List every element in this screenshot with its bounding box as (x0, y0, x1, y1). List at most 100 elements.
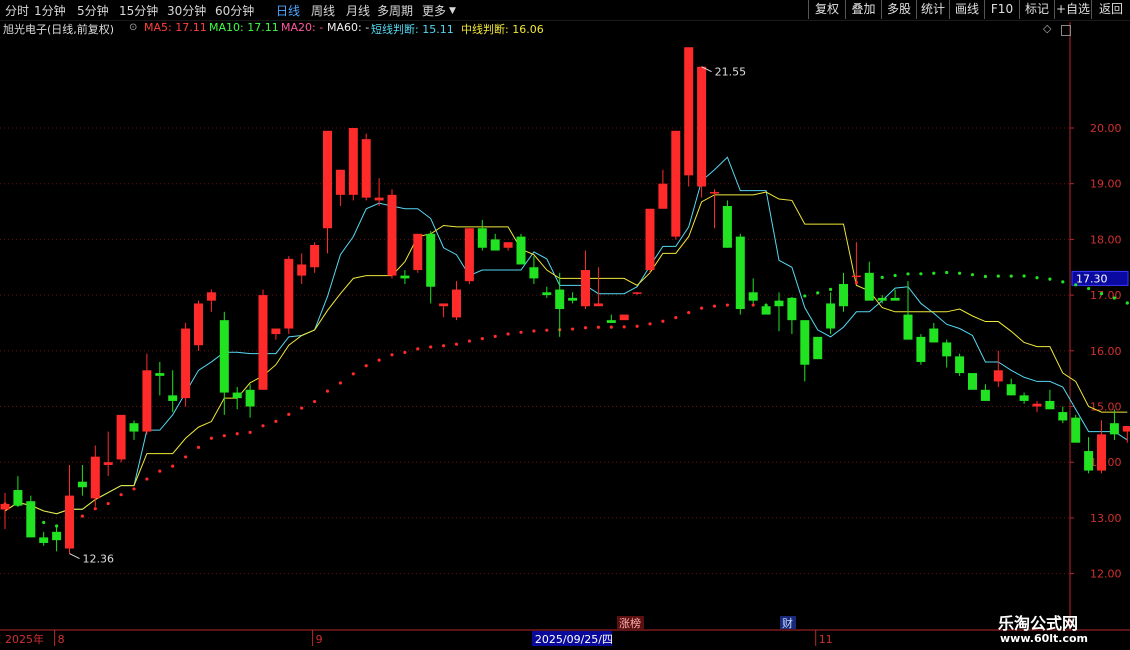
diamond-icon[interactable]: ◇ (1043, 22, 1051, 35)
month-label: 9 (316, 633, 323, 646)
long-trend-dot (158, 469, 162, 473)
long-trend-dot (893, 273, 897, 278)
candle-body (90, 456, 100, 499)
indicator-lines (3, 156, 1129, 528)
candle-body (684, 47, 694, 176)
candle-body (142, 370, 152, 432)
candle-body (800, 320, 810, 365)
candle-body (658, 183, 668, 209)
period-tab[interactable]: 60分钟 (215, 2, 254, 19)
candles (0, 47, 1130, 554)
candle-body (671, 130, 681, 237)
period-tab[interactable]: 5分钟 (77, 2, 109, 19)
period-tab[interactable]: 更多 (422, 2, 446, 19)
long-trend-dot (209, 436, 213, 440)
long-trend-dot (712, 304, 717, 308)
long-trend-dot (609, 325, 613, 329)
f10-button[interactable]: F10 (984, 0, 1019, 19)
long-trend-dot (635, 324, 639, 328)
grid-lines (0, 127, 1070, 575)
long-trend-dot (532, 329, 536, 333)
candle-body (26, 501, 36, 538)
add-watchlist-button[interactable]: +自选 (1054, 0, 1091, 19)
period-tab[interactable]: 周线 (311, 2, 335, 19)
candle-body (813, 336, 823, 360)
multi-stock-button[interactable]: 多股 (881, 0, 916, 19)
period-tab[interactable]: 30分钟 (167, 2, 206, 19)
mark-button[interactable]: 标记 (1019, 0, 1054, 19)
candle-body (1019, 395, 1029, 401)
panel-toggle-icon[interactable] (1061, 25, 1071, 36)
toolbar: 分时 1分钟 5分钟 15分钟 30分钟 60分钟 日线 周线 月线 多周期 更… (0, 0, 1130, 20)
toggle-icon[interactable]: ⊙ (129, 22, 137, 33)
long-trend-dot (803, 294, 807, 298)
long-trend-dot (725, 303, 730, 307)
long-trend-dot (93, 507, 97, 511)
long-trend-dot (583, 326, 588, 330)
candle-body (542, 292, 552, 296)
period-tab[interactable]: 分时 (5, 2, 29, 19)
candle-body (916, 336, 926, 362)
candle-body (877, 297, 887, 301)
long-trend-dot (687, 311, 691, 315)
period-tab[interactable]: 1分钟 (34, 2, 66, 19)
candle-body (1097, 434, 1106, 471)
candle-body (942, 342, 952, 357)
candlestick-chart[interactable]: 12.0013.0014.0015.0016.0017.0018.0019.00… (0, 0, 1130, 650)
candle-body (1071, 417, 1081, 443)
candle-body (232, 392, 242, 399)
long-trend-dot (261, 424, 265, 428)
long-trend-dot (958, 271, 962, 275)
candle-body (851, 275, 861, 278)
candle-body (516, 236, 526, 265)
period-tab[interactable]: 15分钟 (119, 2, 158, 19)
candle-body (955, 356, 965, 374)
draw-line-button[interactable]: 画线 (949, 0, 984, 19)
long-trend-dot (919, 272, 923, 276)
candle-body (839, 283, 848, 307)
candle-body (464, 228, 474, 282)
ma20-value: MA20: - (281, 21, 324, 34)
high-price-label: 21.55 (715, 66, 747, 79)
stock-title: 旭光电子(日线,前复权) (3, 23, 115, 36)
indicator-legend: 旭光电子(日线,前复权) ⊙ MA5: 17.11 MA10: 17.11 MA… (0, 21, 1070, 37)
month-label: 11 (819, 633, 833, 646)
long-trend-dot (1022, 274, 1026, 278)
candle-body (1045, 400, 1055, 410)
candle-body (929, 328, 939, 343)
candle-body (374, 197, 384, 201)
long-trend-dot (1074, 283, 1078, 287)
candle-body (735, 236, 745, 310)
candle-body (555, 289, 565, 310)
long-trend-dot (493, 334, 497, 338)
candle-body (452, 289, 461, 318)
candle-body (1109, 423, 1119, 435)
long-trend-dot (377, 358, 381, 362)
long-trend-dot (248, 430, 252, 434)
long-trend-dot (403, 350, 407, 355)
price-tick-label: 18.00 (1090, 233, 1122, 246)
period-tab-active[interactable]: 日线 (276, 2, 300, 19)
watermark-url: www.60lt.com (1000, 632, 1089, 645)
ma5-value: MA5: 17.11 (144, 21, 207, 34)
long-trend-dot (648, 322, 652, 326)
candle-body (13, 490, 23, 506)
statistics-button[interactable]: 统计 (916, 0, 949, 19)
long-trend-dot (622, 325, 626, 329)
month-label: 8 (58, 633, 65, 646)
overlay-button[interactable]: 叠加 (845, 0, 881, 19)
long-trend-dot (222, 434, 226, 438)
period-tab[interactable]: 月线 (346, 2, 370, 19)
long-trend-dot (416, 347, 420, 351)
candle-body (529, 267, 539, 279)
long-trend-dot (983, 274, 988, 279)
short-judge-value: 短线判断: 15.11 (371, 23, 454, 36)
period-tab[interactable]: 多周期 (377, 2, 413, 19)
chevron-down-icon[interactable]: ▼ (449, 6, 456, 16)
long-trend-dot (906, 272, 910, 276)
fuquan-button[interactable]: 复权 (808, 0, 845, 19)
long-trend-dot (1099, 292, 1104, 296)
long-trend-dot (287, 412, 291, 416)
annotations: 21.55 12.36 (69, 66, 747, 566)
back-button[interactable]: 返回 (1091, 0, 1130, 19)
